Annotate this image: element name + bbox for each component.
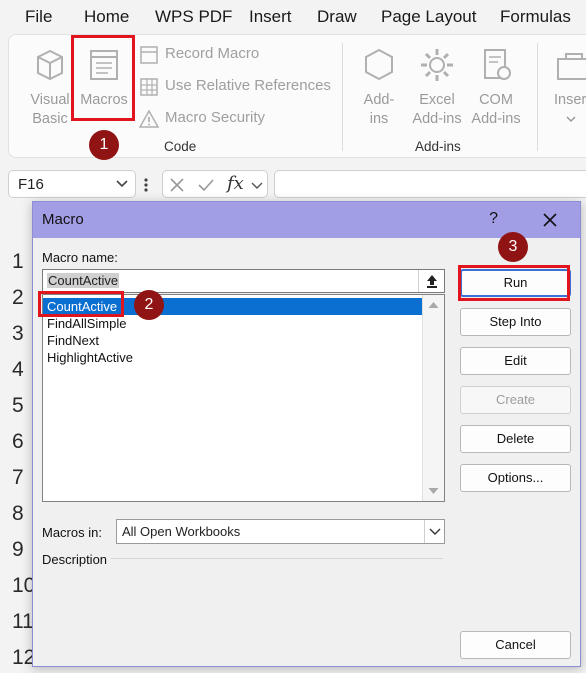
options-button[interactable]: Options... xyxy=(460,464,571,492)
addins-button[interactable]: Add-ins xyxy=(355,45,403,129)
com-addins-label: COM Add-ins xyxy=(471,92,521,127)
macros-in-label: Macros in: xyxy=(42,525,102,540)
macro-name-label: Macro name: xyxy=(42,250,118,265)
list-item[interactable]: HighlightActive xyxy=(43,349,422,366)
list-item[interactable]: FindNext xyxy=(43,332,422,349)
menu-bar: File Home WPS PDF Insert Draw Page Layou… xyxy=(0,0,586,34)
description-divider xyxy=(111,558,443,559)
macro-name-value: CountActive xyxy=(47,273,120,288)
com-addins-button[interactable]: COM Add-ins xyxy=(467,45,525,129)
close-icon[interactable] xyxy=(540,210,560,230)
dialog-title: Macro xyxy=(42,211,84,228)
dialog-title-bar[interactable]: Macro ? xyxy=(33,202,580,238)
toolbox-icon xyxy=(557,53,586,80)
menu-wps-pdf[interactable]: WPS PDF xyxy=(155,7,232,27)
warning-icon xyxy=(139,109,159,128)
formula-bar: F16 fx xyxy=(0,166,586,202)
help-button[interactable]: ? xyxy=(489,210,498,228)
scroll-down-icon[interactable] xyxy=(428,487,439,495)
gear-icon xyxy=(421,49,453,81)
highlight-run xyxy=(458,265,570,301)
visual-basic-icon xyxy=(37,49,63,81)
scroll-up-icon[interactable] xyxy=(428,301,439,309)
menu-insert[interactable]: Insert xyxy=(249,7,292,27)
use-relative-references-label: Use Relative References xyxy=(165,77,331,94)
visual-basic-label: Visual Basic xyxy=(30,92,70,127)
menu-page-layout[interactable]: Page Layout xyxy=(381,7,476,27)
record-macro-label: Record Macro xyxy=(165,45,260,62)
description-label: Description xyxy=(42,552,108,567)
dropdown-button[interactable] xyxy=(424,520,444,543)
step-into-button[interactable]: Step Into xyxy=(460,308,571,336)
list-item[interactable]: FindAllSimple xyxy=(43,315,422,332)
edit-button[interactable]: Edit xyxy=(460,347,571,375)
insert-controls-button[interactable]: Insert xyxy=(549,45,586,129)
menu-draw[interactable]: Draw xyxy=(317,7,357,27)
step-badge-3: 3 xyxy=(498,232,528,262)
macro-name-input[interactable]: CountActive xyxy=(42,269,445,293)
macro-list[interactable]: CountActive FindAllSimple FindNext Highl… xyxy=(42,294,445,502)
ribbon-separator xyxy=(537,43,538,151)
ribbon-separator xyxy=(342,43,343,151)
collapse-button[interactable] xyxy=(418,270,444,292)
excel-addins-label: Excel Add-ins xyxy=(412,92,462,127)
addins-group-label: Add-ins xyxy=(415,139,461,154)
record-macro-icon xyxy=(140,46,158,64)
chevron-down-icon[interactable] xyxy=(251,180,263,190)
cancel-x-icon[interactable] xyxy=(169,177,185,193)
delete-button[interactable]: Delete xyxy=(460,425,571,453)
highlight-macros xyxy=(71,35,135,121)
excel-addins-button[interactable]: Excel Add-ins xyxy=(407,45,467,129)
menu-file[interactable]: File xyxy=(25,7,52,27)
step-badge-1: 1 xyxy=(89,130,119,160)
step-badge-2: 2 xyxy=(134,290,164,320)
name-box-value: F16 xyxy=(18,176,44,193)
formula-controls: fx xyxy=(162,170,268,198)
create-button[interactable]: Create xyxy=(460,386,571,414)
insert-function-icon[interactable]: fx xyxy=(227,173,244,194)
name-box[interactable]: F16 xyxy=(8,170,136,198)
addins-icon xyxy=(365,48,393,81)
com-addins-icon xyxy=(484,49,511,80)
chevron-down-icon xyxy=(429,528,441,535)
menu-home[interactable]: Home xyxy=(84,7,129,27)
chevron-down-icon[interactable] xyxy=(115,176,129,190)
cancel-button[interactable]: Cancel xyxy=(460,631,571,659)
relative-references-icon xyxy=(140,78,158,96)
chevron-down-icon xyxy=(566,116,576,123)
formula-input[interactable] xyxy=(274,170,586,198)
code-group-label: Code xyxy=(164,139,197,154)
macros-in-select[interactable]: All Open Workbooks xyxy=(116,519,445,544)
highlight-countactive xyxy=(38,291,124,317)
enter-check-icon[interactable] xyxy=(197,177,215,193)
macro-security-label: Macro Security xyxy=(165,109,266,126)
menu-formulas[interactable]: Formulas xyxy=(500,7,571,27)
insert-label: Insert xyxy=(554,92,586,108)
upload-arrow-icon xyxy=(427,275,437,288)
addins-label: Add-ins xyxy=(363,92,395,127)
list-scrollbar[interactable] xyxy=(422,295,444,501)
more-options-icon[interactable] xyxy=(143,177,149,193)
macros-in-value: All Open Workbooks xyxy=(122,524,241,539)
